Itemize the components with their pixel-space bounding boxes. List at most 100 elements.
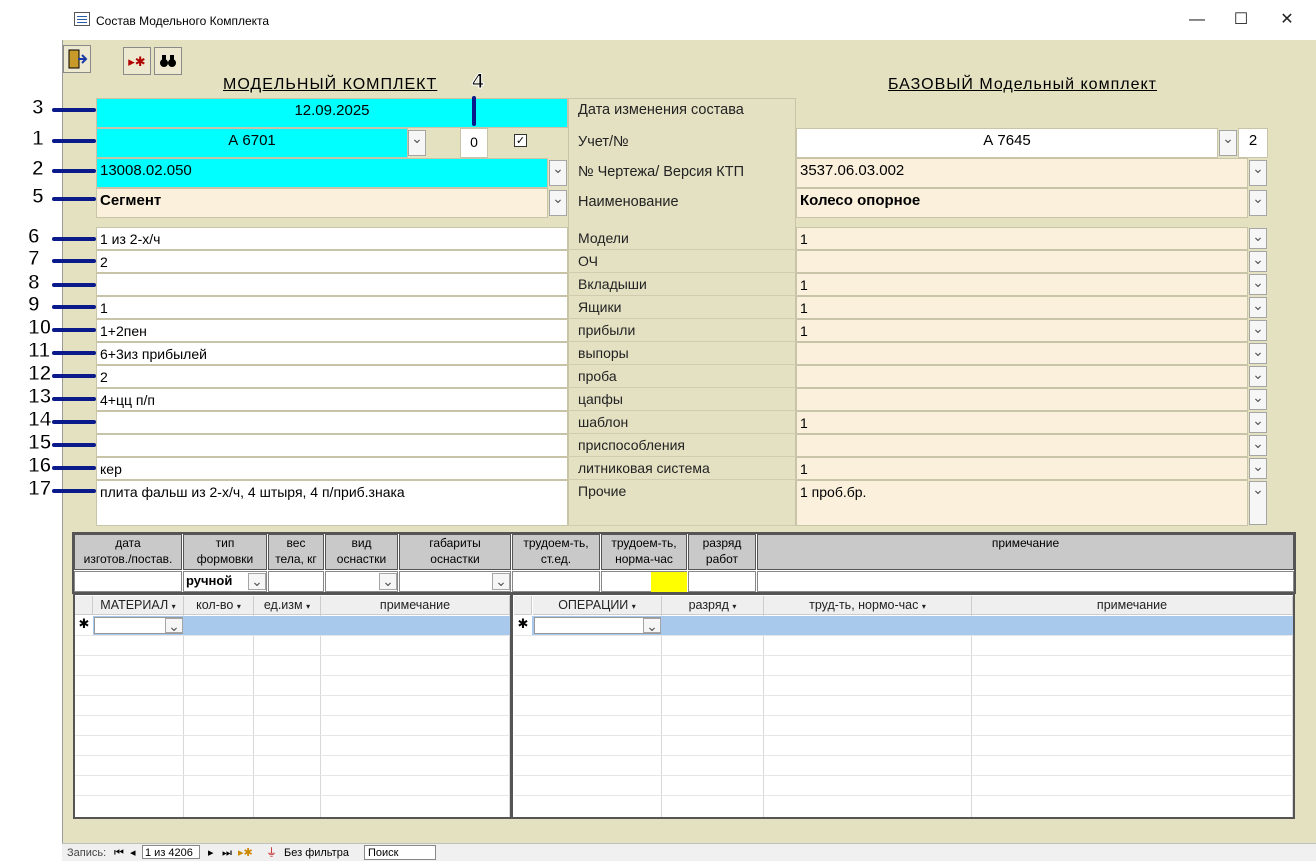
callout-line (52, 283, 96, 287)
base-item-pins-field[interactable] (796, 388, 1248, 411)
base-item-och-field[interactable] (796, 250, 1248, 273)
base-item-vents-dropdown[interactable] (1249, 343, 1267, 364)
name-field[interactable]: Сегмент (96, 188, 548, 218)
operations-col-0[interactable]: ОПЕРАЦИИ ▾ (533, 596, 662, 615)
callout-number: 5 (32, 185, 45, 209)
materials-col-divider (509, 615, 510, 817)
drawing-dropdown[interactable] (549, 160, 567, 186)
account-dropdown[interactable] (408, 130, 426, 156)
operations-col-1[interactable]: разряд ▾ (662, 596, 764, 615)
base-item-models-field[interactable]: 1 (796, 227, 1248, 250)
first-record-button[interactable]: ⏮ (114, 844, 124, 862)
base-drawing-dropdown[interactable] (1249, 160, 1267, 186)
grid-input-0[interactable] (74, 571, 182, 592)
grid-header-4: габариты оснастки (399, 534, 511, 570)
materials-combo-dropdown[interactable] (165, 618, 183, 633)
base-item-och-dropdown[interactable] (1249, 251, 1267, 272)
base-item-gating-dropdown[interactable] (1249, 458, 1267, 479)
grid-header-8: примечание (757, 534, 1294, 570)
active-checkbox[interactable]: ✓ (514, 134, 527, 147)
item-fixtures-field[interactable] (96, 434, 568, 457)
operations-col-3[interactable]: примечание (972, 596, 1293, 615)
dimensions-dropdown[interactable] (492, 573, 510, 590)
item-risers-field[interactable]: 1+2пен (96, 319, 568, 342)
base-item-template-field[interactable]: 1 (796, 411, 1248, 434)
maximize-button[interactable]: ☐ (1226, 8, 1256, 32)
item-och-field[interactable]: 2 (96, 250, 568, 273)
callout-line (52, 397, 96, 401)
materials-col-0[interactable]: МАТЕРИАЛ ▾ (93, 596, 184, 615)
base-name-field[interactable]: Колесо опорное (796, 188, 1248, 218)
name-dropdown[interactable] (549, 190, 567, 216)
form-type-dropdown[interactable] (248, 573, 266, 590)
materials-col-1[interactable]: кол-во ▾ (184, 596, 254, 615)
item-other-field[interactable]: плита фальш из 2-х/ч, 4 штыря, 4 п/приб.… (96, 480, 568, 526)
operations-combo-dropdown[interactable] (643, 618, 661, 633)
grid-header-5: трудоем-ть, ст.ед. (512, 534, 600, 570)
base-item-risers-field[interactable]: 1 (796, 319, 1248, 342)
base-item-fixtures-dropdown[interactable] (1249, 435, 1267, 456)
date-field[interactable]: 12.09.2025 (96, 98, 568, 128)
close-button[interactable]: ✕ (1272, 8, 1302, 32)
callout-number: 4 (472, 70, 485, 94)
base-name-dropdown[interactable] (1249, 190, 1267, 216)
base-item-sample-field[interactable] (796, 365, 1248, 388)
item-vents-label: выпоры (568, 342, 796, 365)
base-item-vents-field[interactable] (796, 342, 1248, 365)
item-boxes-field[interactable]: 1 (96, 296, 568, 319)
base-item-boxes-dropdown[interactable] (1249, 297, 1267, 318)
last-record-button[interactable]: ⏭ (222, 844, 232, 862)
new-record-icon[interactable]: ▸✱ (123, 47, 151, 75)
materials-col-3[interactable]: примечание (321, 596, 510, 615)
item-gating-field[interactable]: кер (96, 457, 568, 480)
account-field[interactable]: А 6701 (96, 128, 408, 158)
search-input[interactable]: Поиск (364, 845, 436, 860)
base-item-models-dropdown[interactable] (1249, 228, 1267, 249)
exit-door-icon[interactable] (63, 45, 91, 73)
base-item-gating-field[interactable]: 1 (796, 457, 1248, 480)
materials-col-divider (253, 615, 254, 817)
prev-record-button[interactable]: ◂ (130, 844, 136, 862)
grid-input-7[interactable] (688, 571, 756, 592)
base-item-fixtures-field[interactable] (796, 434, 1248, 457)
new-record-nav-button[interactable]: ▸✱ (238, 844, 253, 862)
base-account-field[interactable]: А 7645 (796, 128, 1218, 158)
grid-input-2[interactable] (268, 571, 324, 592)
callout-number: 13 (27, 385, 52, 409)
operations-new-row-combo[interactable] (534, 617, 661, 634)
grid-input-8[interactable] (757, 571, 1294, 592)
binoculars-icon[interactable] (154, 47, 182, 75)
base-item-inserts-field[interactable]: 1 (796, 273, 1248, 296)
minimize-button[interactable]: — (1182, 8, 1212, 32)
item-pins-field[interactable]: 4+цц п/п (96, 388, 568, 411)
base-drawing-field[interactable]: 3537.06.03.002 (796, 158, 1248, 188)
item-vents-field[interactable]: 6+3из прибылей (96, 342, 568, 365)
drawing-field[interactable]: 13008.02.050 (96, 158, 548, 188)
base-item-inserts-dropdown[interactable] (1249, 274, 1267, 295)
operations-new-row-marker: ✱ (517, 616, 529, 631)
grid-input-5[interactable] (512, 571, 600, 592)
item-sample-field[interactable]: 2 (96, 365, 568, 388)
base-item-template-dropdown[interactable] (1249, 412, 1267, 433)
item-template-field[interactable] (96, 411, 568, 434)
item-inserts-field[interactable] (96, 273, 568, 296)
base-item-pins-dropdown[interactable] (1249, 389, 1267, 410)
base-item-other-dropdown[interactable] (1249, 481, 1267, 525)
base-account-dropdown[interactable] (1219, 130, 1237, 156)
item-models-field[interactable]: 1 из 2-х/ч (96, 227, 568, 250)
record-position[interactable]: 1 из 4206 (142, 845, 200, 859)
materials-col-2[interactable]: ед.изм ▾ (254, 596, 321, 615)
materials-row-line (75, 755, 510, 756)
base-item-other-field[interactable]: 1 проб.бр. (796, 480, 1248, 526)
operations-col-2[interactable]: труд-ть, нормо-час ▾ (764, 596, 972, 615)
next-record-button[interactable]: ▸ (208, 844, 214, 862)
norm-hour-highlight[interactable] (651, 572, 687, 592)
filter-status[interactable]: Без фильтра (284, 844, 349, 862)
base-account-number[interactable]: 2 (1238, 128, 1268, 158)
base-item-boxes-field[interactable]: 1 (796, 296, 1248, 319)
tooling-type-dropdown[interactable] (379, 573, 397, 590)
base-item-sample-dropdown[interactable] (1249, 366, 1267, 387)
count-field[interactable]: 0 (460, 128, 488, 158)
operations-col-divider (661, 615, 662, 817)
base-item-risers-dropdown[interactable] (1249, 320, 1267, 341)
